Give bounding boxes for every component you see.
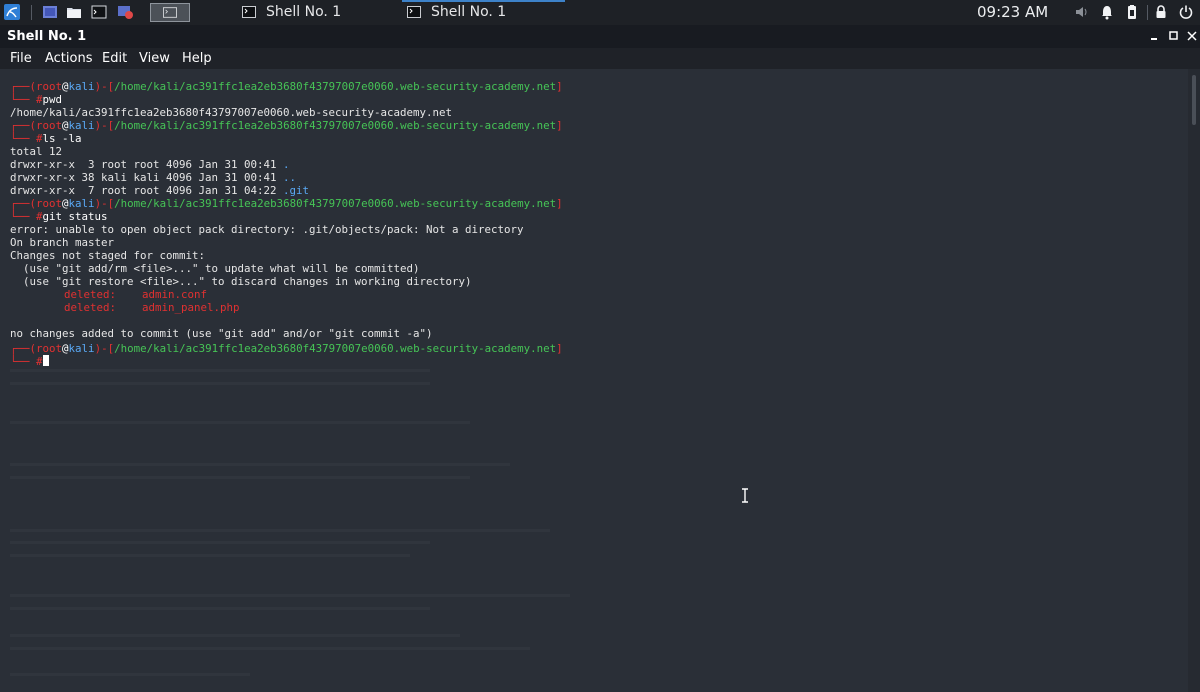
background-text-remnant [10,421,470,424]
ls-row: drwxr-xr-x 7 root root 4096 Jan 31 04:22… [10,184,310,197]
maximize-icon[interactable] [1167,29,1181,43]
window-title: Shell No. 1 [7,29,87,44]
terminal-scrollbar[interactable] [1188,69,1200,692]
output-line: total 12 [10,145,63,158]
terminal-window-icon [407,6,421,18]
volume-icon[interactable] [1074,4,1090,20]
ls-row: drwxr-xr-x 3 root root 4096 Jan 31 00:41… [10,158,290,171]
command-line: └── #ls -la [10,132,82,145]
terminal-small-icon [163,7,177,18]
taskbar-item-shell-2[interactable]: Shell No. 1 [402,0,565,25]
deleted-file-line: deleted: admin.conf [64,288,208,301]
output-line: (use "git restore <file>..." to discard … [10,275,472,288]
top-panel: Shell No. 1 Shell No. 1 09:23 AM [0,0,1200,25]
terminal-launcher-icon[interactable] [91,4,107,20]
panel-separator [31,5,32,20]
workspace-icon[interactable] [42,4,58,20]
prompt-line: ┌──(root@kali)-[/home/kali/ac391ffc1ea2e… [10,80,563,93]
browser-icon[interactable] [117,4,133,20]
output-line: error: unable to open object pack direct… [10,223,524,236]
background-text-remnant [10,554,410,557]
taskbar-item-label: Shell No. 1 [266,4,342,20]
mouse-ibeam-cursor-icon [742,488,748,503]
terminal-window-icon [242,6,256,18]
background-text-remnant [10,369,430,372]
background-text-remnant [10,541,430,544]
menu-file[interactable]: File [10,48,32,69]
output-line: /home/kali/ac391ffc1ea2eb3680f43797007e0… [10,106,453,119]
close-icon[interactable] [1185,29,1199,43]
background-text-remnant [10,607,430,610]
folder-icon[interactable] [66,4,82,20]
background-text-remnant [10,594,570,597]
background-text-remnant [10,382,430,385]
taskbar-item-shell-1[interactable]: Shell No. 1 [237,0,400,25]
output-line: Changes not staged for commit: [10,249,206,262]
output-line: no changes added to commit (use "git add… [10,327,433,340]
menu-actions[interactable]: Actions [45,48,93,69]
tray-separator [1147,5,1148,20]
text-cursor [42,355,49,366]
output-line: (use "git add/rm <file>..." to update wh… [10,262,420,275]
background-text-remnant [10,529,550,532]
lock-screen-icon[interactable] [1153,4,1169,20]
ls-row: drwxr-xr-x 38 kali kali 4096 Jan 31 00:4… [10,171,297,184]
notification-bell-icon[interactable] [1099,4,1115,20]
output-line: On branch master [10,236,115,249]
background-text-remnant [10,476,470,479]
prompt-line: ┌──(root@kali)-[/home/kali/ac391ffc1ea2e… [10,197,563,210]
background-text-remnant [10,463,510,466]
menu-view[interactable]: View [139,48,170,69]
background-text-remnant [10,647,530,650]
battery-icon[interactable] [1124,4,1140,20]
deleted-file-line: deleted: admin_panel.php [64,301,240,314]
background-text-remnant [10,379,563,392]
background-text-remnant [10,634,460,637]
menu-help[interactable]: Help [182,48,212,69]
menubar: File Actions Edit View Help [0,48,1200,69]
scrollbar-thumb[interactable] [1192,75,1196,125]
kali-menu-icon[interactable] [4,4,20,20]
prompt-line: ┌──(root@kali)-[/home/kali/ac391ffc1ea2e… [10,119,563,132]
minimize-icon[interactable] [1148,29,1162,43]
background-text-remnant [10,673,250,676]
workspace-switcher[interactable] [150,3,190,22]
window-titlebar[interactable]: Shell No. 1 [0,25,1200,48]
terminal-area[interactable]: ┌──(root@kali)-[/home/kali/ac391ffc1ea2e… [0,69,1188,692]
power-icon[interactable] [1178,4,1194,20]
command-line: └── #pwd [10,93,63,106]
command-line[interactable]: └── # [10,355,49,368]
taskbar-item-label: Shell No. 1 [431,4,507,20]
prompt-line: ┌──(root@kali)-[/home/kali/ac391ffc1ea2e… [10,342,563,355]
panel-clock[interactable]: 09:23 AM [977,0,1048,25]
command-line: └── #git status [10,210,108,223]
menu-edit[interactable]: Edit [102,48,127,69]
